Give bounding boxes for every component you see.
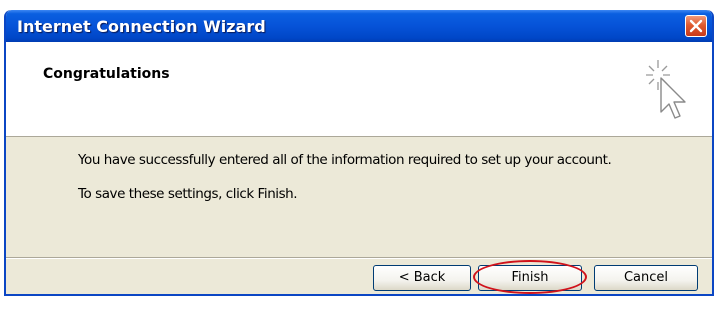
back-button[interactable]: < Back <box>373 265 471 291</box>
wizard-cursor-sparkle-icon <box>646 60 686 119</box>
close-button[interactable] <box>685 15 707 37</box>
window-title: Internet Connection Wizard <box>17 17 266 36</box>
close-x-icon <box>689 19 703 33</box>
screen: Internet Connection Wizard Congratulatio… <box>0 0 722 324</box>
title-bar[interactable]: Internet Connection Wizard <box>6 10 712 42</box>
finish-button[interactable]: Finish <box>478 265 582 291</box>
footer-separator <box>6 257 712 259</box>
wizard-dialog: Internet Connection Wizard Congratulatio… <box>4 10 714 296</box>
header-panel: Congratulations <box>6 42 712 137</box>
success-message: You have successfully entered all of the… <box>78 152 612 168</box>
cancel-button[interactable]: Cancel <box>594 265 698 291</box>
instruction-message: To save these settings, click Finish. <box>78 186 298 202</box>
page-title: Congratulations <box>43 66 170 82</box>
